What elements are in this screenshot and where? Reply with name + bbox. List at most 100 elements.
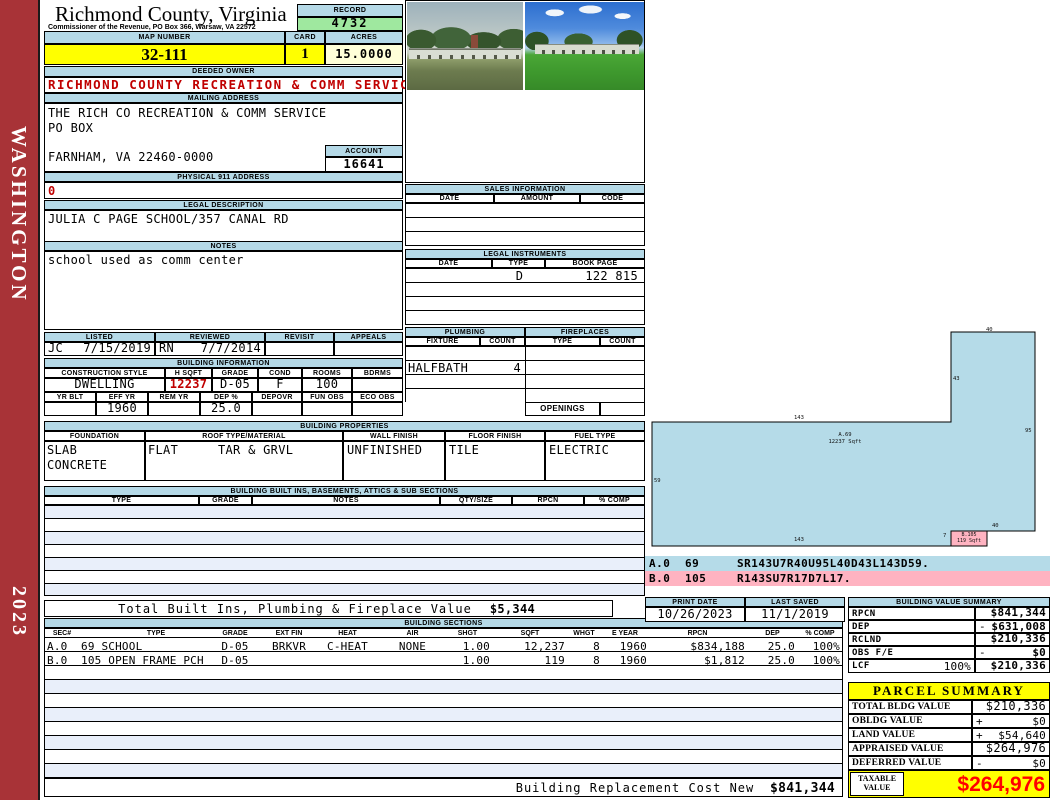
foundation-value: SLAB CONCRETE	[44, 441, 145, 481]
bs-comp-header: % COMP	[805, 630, 835, 637]
notes-value: school used as comm center	[44, 251, 403, 330]
bs-sqft-header: SQFT	[520, 630, 540, 637]
deeded-owner-header: DEEDED OWNER	[44, 66, 403, 77]
table-row	[406, 283, 644, 297]
roof-type-value: FLAT	[148, 443, 179, 457]
appeals-header: APPEALS	[334, 332, 403, 342]
ecoobs-header: ECO OBS	[352, 392, 403, 402]
bvs-rpcn-label: RPCN	[848, 607, 975, 620]
bi-grade-header: GRADE	[199, 496, 252, 505]
record-header: RECORD	[297, 4, 403, 17]
fireplace-type-header: TYPE	[525, 337, 600, 346]
foundation-line-1: SLAB	[47, 443, 78, 457]
sketch-code-b: B.0 105 R143SU7R17D7L17.	[645, 571, 1050, 586]
listed-date: 7/15/2019	[83, 341, 151, 356]
building-information-header: BUILDING INFORMATION	[44, 358, 403, 368]
property-record-card: WASHINGTON 2023 Richmond County, Virgini…	[0, 0, 1050, 800]
tower	[471, 35, 478, 49]
account-header: ACCOUNT	[325, 145, 403, 157]
notes-header: NOTES	[44, 241, 403, 251]
bs-extfin-header: EXT FIN	[275, 630, 303, 637]
code-a-sec: A.0	[649, 557, 671, 570]
deeded-owner-value: RICHMOND COUNTY RECREATION & COMM SERVIC…	[44, 77, 417, 93]
taxable-value-amount: $264,976	[957, 773, 1045, 796]
ps-land-sign: +	[976, 728, 983, 742]
replacement-cost-value: $841,344	[769, 781, 835, 796]
plumbing-header: PLUMBING	[405, 327, 525, 337]
li-type-header: TYPE	[492, 259, 545, 268]
ps-deferred-sign: -	[976, 756, 983, 770]
total-built-ins-row: Total Built Ins, Plumbing & Fireplace Va…	[44, 600, 613, 617]
table-row	[45, 558, 644, 571]
ps-obldg-sign: +	[976, 714, 983, 728]
bi-type-header: TYPE	[44, 496, 199, 505]
ecoobs-value	[352, 402, 403, 416]
bvs-lcf-value: $210,336	[975, 659, 1050, 673]
bs-heat-header: HEAT	[338, 630, 357, 637]
bdrms-header: BDRMS	[352, 368, 403, 378]
yrblt-value	[44, 402, 96, 416]
table-row	[45, 750, 842, 764]
bvs-rpcn-value: $841,344	[975, 606, 1050, 620]
bs-dep-header: DEP	[765, 630, 780, 637]
code-b-sec: B.0	[649, 572, 671, 585]
reviewed-date: 7/7/2014	[200, 341, 261, 356]
physical-911-value: 0	[44, 182, 403, 199]
bvs-rclnd-label: RCLND	[848, 633, 975, 646]
dim-ext-right: 95	[1025, 428, 1032, 434]
remyr-value	[148, 402, 200, 416]
card-header: CARD	[285, 31, 325, 44]
bvs-obs-value: - $0	[975, 646, 1050, 659]
sales-amount-header: AMOUNT	[494, 194, 580, 203]
table-row	[45, 519, 644, 532]
card-value: 1	[285, 44, 325, 65]
bvs-dep-value: - $631,008	[975, 620, 1050, 633]
effyr-value: 1960	[96, 401, 148, 416]
sales-code-header: CODE	[580, 194, 645, 203]
last-saved-header: LAST SAVED	[745, 597, 845, 607]
li-bookpage-header: BOOK PAGE	[545, 259, 645, 268]
map-number-value: 32-111	[44, 44, 285, 65]
table-row	[45, 571, 644, 584]
building-strip	[409, 48, 521, 59]
mailing-line-1: THE RICH CO RECREATION & COMM SERVICE	[48, 106, 327, 120]
table-row	[406, 232, 644, 245]
commissioner-line: Commissioner of the Revenue, PO Box 366,…	[48, 24, 256, 31]
sketch-code-a: A.0 69 SR143U7R40U95L40D43L143D59.	[645, 556, 1050, 571]
section-b-sqft: 119 Sqft	[956, 538, 982, 544]
sales-information-header: SALES INFORMATION	[405, 184, 645, 194]
li-type-value: D	[515, 269, 524, 283]
building-strip	[535, 44, 639, 54]
code-a-string: SR143U7R40U95L40D43L143D59.	[737, 557, 930, 570]
bs-rpcn-header: RPCN	[687, 630, 708, 637]
fireplaces-header: FIREPLACES	[525, 327, 645, 337]
wall-finish-value: UNFINISHED	[343, 441, 445, 481]
code-b-num: 105	[685, 572, 707, 585]
floor-finish-value: TILE	[445, 441, 545, 481]
construction-style-value: DWELLING	[44, 377, 165, 392]
table-row	[45, 545, 644, 558]
taxable-value-label: TAXABLE VALUE	[850, 772, 904, 796]
building-properties-header: BUILDING PROPERTIES	[44, 421, 645, 431]
sidebar-band: WASHINGTON 2023	[0, 0, 40, 800]
year-label: 2023	[8, 586, 30, 638]
legal-instruments-header: LEGAL INSTRUMENTS	[405, 249, 645, 259]
openings-label: OPENINGS	[525, 402, 600, 416]
revisit-header: REVISIT	[265, 332, 334, 342]
bs-grade-header: GRADE	[222, 630, 248, 637]
table-row	[45, 506, 644, 519]
sales-rows	[405, 203, 645, 246]
section-a-label: A.69	[838, 432, 852, 438]
taxable-value-row: TAXABLE VALUE $264,976	[848, 770, 1050, 798]
bi-rpcn-header: RPCN	[512, 496, 584, 505]
ps-appraised-value: $264,976	[972, 741, 1050, 756]
li-bookpage-value: 122 815	[585, 269, 638, 283]
foundation-line-2: CONCRETE	[47, 458, 108, 472]
code-b-string: R143SU7R17D7L17.	[737, 572, 851, 585]
ps-land-value: + $54,640	[972, 728, 1050, 742]
table-row	[45, 584, 644, 595]
table-row	[45, 532, 644, 545]
depovr-value	[252, 402, 302, 416]
building-sketch: 40 43 95 143 59 143 40 7 A.69 12237 Sqft…	[650, 327, 1050, 558]
parcel-summary-header: PARCEL SUMMARY	[848, 682, 1050, 700]
